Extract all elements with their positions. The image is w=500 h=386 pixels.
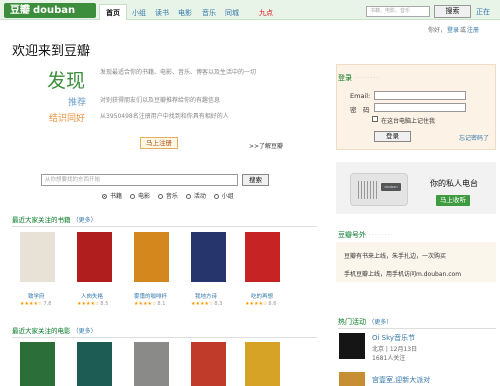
divider (12, 337, 317, 338)
nav-search-input[interactable]: 书籍、电影、音乐 (366, 6, 430, 17)
movie-poster[interactable] (77, 342, 112, 386)
event-title[interactable]: 宫壹室,迎新大派对 (372, 375, 430, 385)
movies-more-link[interactable]: （更多） (73, 328, 97, 335)
remember-checkbox[interactable] (372, 116, 378, 122)
register-button[interactable]: 马上注册 (140, 137, 178, 149)
category-option-group[interactable]: 小组 (213, 193, 237, 200)
movie-poster[interactable] (245, 342, 280, 386)
category-option-book[interactable]: 书籍 (102, 193, 125, 200)
book-cover[interactable] (191, 232, 226, 282)
event-count: 1681人关注 (372, 355, 406, 362)
book-title[interactable]: 致学府 (28, 292, 45, 300)
extra-line[interactable]: 豆瓣有书来上线，朱手扎边，一次购买 (344, 251, 446, 260)
logo-latin-text: douban (33, 5, 76, 16)
extra-line[interactable]: 手机豆瓣上线，用手机访问m.douban.com (344, 269, 461, 278)
nav-search-button[interactable]: 搜索 (434, 5, 471, 18)
radio-title: 你的私人电台 (430, 179, 478, 188)
radio-icon[interactable] (213, 194, 219, 199)
nav-item-city[interactable]: 同城 (225, 8, 239, 18)
nav-item-jiudian[interactable]: 九点 (259, 8, 273, 18)
radio-icon[interactable] (102, 194, 107, 199)
top-nav: 豆瓣 douban 首页 小组 读书 电影 音乐 同城 九点 书籍、电影、音乐 搜… (0, 0, 500, 20)
password-field[interactable] (374, 103, 466, 112)
listen-now-button[interactable]: 马上收听 (436, 195, 470, 206)
book-title[interactable]: 吃的再想 (251, 292, 273, 300)
book-rating: ★★★★☆8.1 (134, 301, 166, 307)
event-image[interactable] (339, 333, 365, 359)
category-option-music[interactable]: 音乐 (157, 193, 181, 200)
or-text: 或 (460, 27, 467, 34)
login-button[interactable]: 登录 (374, 131, 411, 142)
event-date: 北京 | 12月13日 (372, 346, 418, 353)
book-rating: ★★★★☆8.3 (191, 301, 223, 307)
book-cover[interactable] (134, 232, 169, 282)
recommend-text: 对别获得朋友们以及豆瓣推荐给你的有趣信息 (100, 97, 221, 104)
books-section-title: 最近大家关注的书籍 （更多） (12, 216, 97, 224)
register-link[interactable]: 注册 (467, 25, 479, 34)
email-field[interactable] (374, 91, 466, 100)
book-cover[interactable] (245, 232, 280, 282)
login-title: 登录 ········ (338, 74, 381, 82)
category-option-movie[interactable]: 电影 (129, 193, 153, 200)
divider (12, 226, 317, 227)
radio-icon[interactable] (129, 194, 135, 199)
nav-item-book[interactable]: 读书 (155, 8, 169, 18)
meet-text: 从3950498名注册用户中找到和你具有相好的人 (100, 113, 229, 120)
discover-text: 发现最适合你的书籍、电影、音乐、博客以及生活中的一切 (100, 69, 257, 76)
meet-heading: 结识同好 (49, 114, 86, 124)
douban-logo[interactable]: 豆瓣 douban (4, 3, 96, 18)
book-title[interactable]: 雾霭的咖啡杯 (134, 292, 167, 300)
book-cover[interactable] (20, 232, 55, 282)
movie-poster[interactable] (134, 342, 169, 386)
remember-label: 在这台电脑上记住我 (381, 118, 436, 125)
speaker-icon (358, 181, 378, 199)
nav-item-group[interactable]: 小组 (132, 8, 146, 18)
radio-icon[interactable] (185, 194, 191, 199)
login-link[interactable]: 登录 (447, 25, 459, 34)
nav-more-link[interactable]: 正在 (476, 7, 490, 17)
learn-more-link[interactable]: >>了解豆瓣 (249, 141, 283, 150)
extra-title: 豆瓣号外 ········ (338, 231, 395, 239)
radio-display: douban (381, 183, 401, 191)
page-title: 欢迎来到豆瓣 (12, 44, 91, 59)
book-rating: ★★★★☆8.6 (245, 301, 277, 307)
event-title[interactable]: Oi Sky音乐节 (372, 333, 415, 343)
search-category-options: 书籍 电影 音乐 活动 小组 (102, 191, 240, 200)
discover-heading: 发现 (47, 70, 86, 92)
book-rating: ★★★★☆8.5 (77, 301, 109, 307)
book-title[interactable]: 我地方诗 (195, 292, 217, 300)
book-title[interactable]: 人肉失格 (81, 292, 103, 300)
book-rating: ★★★★☆7.8 (20, 301, 52, 307)
greeting-text: 你好， (428, 27, 447, 34)
main-search-button[interactable]: 搜索 (242, 174, 269, 186)
nav-item-movie[interactable]: 电影 (178, 8, 192, 18)
radio-icon[interactable] (157, 194, 163, 199)
book-cover[interactable] (77, 232, 112, 282)
recommend-heading: 推荐 (68, 98, 87, 108)
books-more-link[interactable]: （更多） (73, 217, 97, 224)
movies-section-title: 最近大家关注的电影 （更多） (12, 327, 97, 335)
divider (338, 328, 496, 329)
nav-item-music[interactable]: 音乐 (202, 8, 216, 18)
logo-text: 豆瓣 (10, 5, 30, 16)
password-label: 密 码 (350, 106, 370, 114)
movie-poster[interactable] (191, 342, 226, 386)
forgot-password-link[interactable]: 忘记密码了 (459, 133, 489, 142)
email-label: Email: (350, 92, 371, 100)
movie-poster[interactable] (20, 342, 55, 386)
events-more-link[interactable]: （更多） (368, 319, 392, 326)
category-option-event[interactable]: 活动 (185, 193, 209, 200)
event-image[interactable] (339, 372, 365, 386)
nav-item-home[interactable]: 首页 (99, 4, 127, 20)
main-search-input[interactable]: 从你想要找的东西开始 (41, 174, 238, 186)
events-title: 热门活动 （更多） (338, 318, 393, 326)
